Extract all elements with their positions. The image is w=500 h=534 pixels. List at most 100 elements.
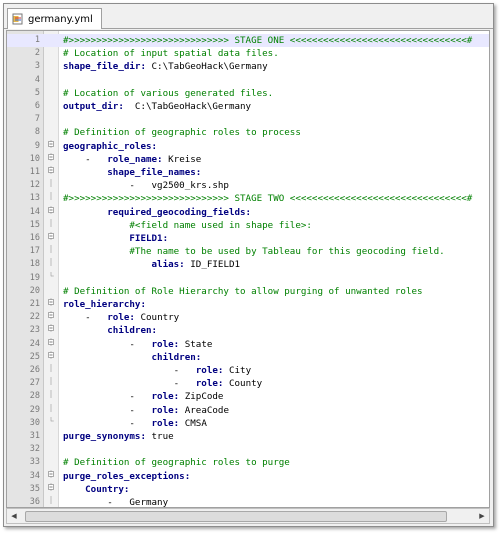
fold-toggle-icon[interactable]: [47, 350, 55, 359]
fold-toggle-icon[interactable]: [47, 337, 55, 346]
code-line[interactable]: 22 - role: Country: [7, 311, 489, 324]
code-line[interactable]: 27 - role: County: [7, 377, 489, 390]
yaml-value: State: [179, 338, 213, 350]
yaml-comment: # Definition of Role Hierarchy to allow …: [63, 285, 423, 297]
tab-germany-yml[interactable]: germany.yml: [7, 8, 102, 29]
yaml-value: City: [223, 365, 252, 376]
code-line[interactable]: 2 # Location of input spatial data files.: [7, 47, 489, 60]
yaml-key: role_hierarchy:: [63, 299, 146, 310]
code-line[interactable]: 31 purge_synonyms: true: [7, 430, 489, 443]
code-line[interactable]: 18 alias: ID_FIELD1: [7, 258, 489, 271]
code-line[interactable]: 12 - vg2500_krs.shp: [7, 179, 489, 192]
code-line[interactable]: 26 - role: City: [7, 364, 489, 377]
code-line[interactable]: 8 # Definition of geographic roles to pro…: [7, 126, 489, 139]
code-text: - role: County: [63, 377, 263, 390]
yaml-value: -: [63, 312, 108, 324]
line-number: 21: [29, 299, 40, 309]
line-number: 31: [29, 431, 40, 441]
fold-toggle-icon[interactable]: [47, 152, 55, 161]
code-text: # Definition of geographic roles to proc…: [63, 126, 301, 139]
fold-toggle-icon[interactable]: [47, 232, 55, 240]
fold-toggle-icon[interactable]: [47, 469, 55, 478]
code-line[interactable]: 35 Country:: [7, 482, 489, 496]
line-number: 23: [29, 325, 40, 336]
code-line[interactable]: 24 - role: State: [7, 337, 489, 351]
line-number: 12: [29, 180, 40, 191]
yaml-value: CMSA: [179, 417, 207, 429]
code-text: - role: Country: [63, 311, 179, 324]
yaml-comment: # Definition of geographic roles to purg…: [63, 457, 290, 469]
yaml-value: Kreise: [162, 153, 202, 165]
yaml-key: role:: [107, 312, 135, 324]
code-line[interactable]: 3 shape_file_dir: C:\TabGeoHack\Germany: [7, 60, 489, 73]
fold-toggle-icon[interactable]: [47, 205, 55, 214]
code-line[interactable]: 33 # Definition of geographic roles to pu…: [7, 456, 489, 469]
yaml-value: C:\TabGeoHack\Germany: [145, 61, 268, 73]
code-line[interactable]: 6 output_dir: C:\TabGeoHack\Germany: [7, 100, 489, 113]
horizontal-scrollbar[interactable]: ◀ ▶: [6, 508, 490, 524]
line-number: 11: [29, 167, 40, 177]
code-line[interactable]: 25 children:: [7, 350, 489, 364]
scrollbar-thumb[interactable]: [25, 511, 447, 522]
fold-toggle-icon[interactable]: [47, 298, 55, 306]
yaml-value: ZipCode: [179, 391, 224, 403]
code-line[interactable]: 34 purge_roles_exceptions:: [7, 469, 489, 483]
code-text: # Definition of Role Hierarchy to allow …: [63, 285, 423, 298]
code-line[interactable]: 4: [7, 74, 489, 87]
line-number: 20: [29, 285, 40, 296]
code-text: - vg2500_krs.shp: [63, 179, 229, 192]
fold-toggle-icon[interactable]: [47, 324, 55, 333]
code-line[interactable]: 23 children:: [7, 324, 489, 337]
tab-bar: germany.yml: [4, 4, 493, 29]
line-number: 4: [34, 74, 40, 85]
scroll-left-arrow-icon[interactable]: ◀: [7, 509, 21, 523]
code-line[interactable]: 14 required_geocoding_fields:: [7, 205, 489, 219]
line-number: 1: [34, 35, 40, 45]
code-text: geographic_roles:: [63, 140, 157, 153]
fold-toggle-icon[interactable]: [47, 482, 55, 491]
fold-line-icon: [50, 377, 52, 386]
code-line[interactable]: 21 role_hierarchy:: [7, 298, 489, 311]
code-line[interactable]: 28 - role: ZipCode: [7, 390, 489, 403]
code-line[interactable]: 15 #<field name used in shape file>:: [7, 218, 489, 232]
scroll-right-arrow-icon[interactable]: ▶: [475, 509, 489, 523]
code-text: shape_file_names:: [63, 166, 201, 179]
line-number: 18: [29, 259, 40, 270]
line-number: 10: [29, 153, 40, 164]
code-text: Country:: [63, 483, 129, 496]
line-number: 36: [29, 497, 40, 507]
code-line[interactable]: 29 - role: AreaCode: [7, 403, 489, 417]
code-text: #The name to be used by Tableau for this…: [63, 245, 444, 258]
code-line[interactable]: 20 # Definition of Role Hierarchy to allo…: [7, 285, 489, 298]
code-line[interactable]: 32: [7, 443, 489, 456]
code-line[interactable]: 9 geographic_roles:: [7, 139, 489, 153]
code-line[interactable]: 30 - role: CMSA: [7, 416, 489, 430]
code-editor[interactable]: 1 #>>>>>>>>>>>>>>>>>>>>>>>>>>>>> STAGE ON…: [6, 30, 490, 508]
code-line[interactable]: 11 shape_file_names:: [7, 166, 489, 179]
code-line[interactable]: 10 - role_name: Kreise: [7, 152, 489, 166]
fold-line-icon: [50, 390, 52, 399]
line-number: 6: [34, 101, 40, 111]
line-number: 26: [29, 365, 40, 375]
yaml-value: -: [63, 391, 152, 403]
yaml-key: output_dir:: [63, 101, 124, 112]
fold-toggle-icon[interactable]: [47, 166, 55, 174]
line-number: 8: [34, 127, 40, 138]
yaml-value: C:\TabGeoHack\Germany: [123, 101, 252, 112]
code-line[interactable]: 1 #>>>>>>>>>>>>>>>>>>>>>>>>>>>>> STAGE ON…: [7, 34, 489, 47]
code-line[interactable]: 5 # Location of various generated files.: [7, 87, 489, 100]
code-text: - role: CMSA: [63, 417, 207, 430]
code-line[interactable]: 17 #The name to be used by Tableau for t…: [7, 245, 489, 258]
code-text: children:: [63, 351, 202, 364]
code-line[interactable]: 19: [7, 271, 489, 285]
code-text: FIELD1:: [63, 232, 168, 245]
code-text: - role: ZipCode: [63, 390, 223, 403]
fold-toggle-icon[interactable]: [47, 139, 55, 148]
code-line[interactable]: 16 FIELD1:: [7, 232, 489, 245]
line-number: 5: [34, 87, 40, 98]
fold-toggle-icon[interactable]: [47, 311, 55, 320]
code-line[interactable]: 36 - Germany: [7, 496, 489, 507]
code-line[interactable]: 7: [7, 113, 489, 126]
yaml-value: [63, 259, 152, 270]
code-line[interactable]: 13 #>>>>>>>>>>>>>>>>>>>>>>>>>>>>> STAGE T…: [7, 192, 489, 205]
